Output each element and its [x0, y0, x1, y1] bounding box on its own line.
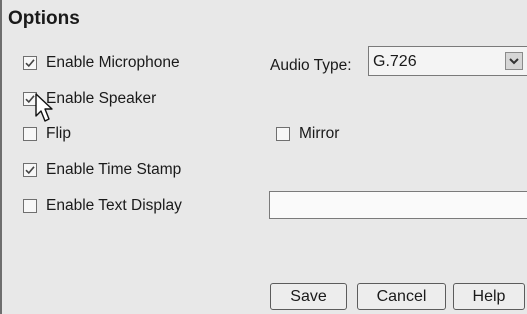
audio-type-value: G.726 — [373, 53, 417, 70]
enable-microphone-checkbox[interactable] — [23, 56, 37, 70]
audio-type-label: Audio Type: — [270, 57, 352, 74]
enable-microphone-label: Enable Microphone — [46, 54, 180, 71]
enable-time-stamp-label: Enable Time Stamp — [46, 161, 182, 178]
options-title: Options — [8, 8, 80, 29]
enable-speaker-label: Enable Speaker — [46, 90, 157, 107]
options-panel: Options Enable Microphone Audio Type: G.… — [0, 0, 527, 314]
enable-text-display-label: Enable Text Display — [46, 197, 182, 214]
mirror-row[interactable]: Mirror — [276, 125, 339, 143]
cancel-button[interactable]: Cancel — [357, 283, 446, 310]
flip-checkbox[interactable] — [23, 127, 37, 141]
checkmark-icon — [25, 59, 35, 68]
save-button[interactable]: Save — [270, 283, 347, 310]
mirror-label: Mirror — [299, 125, 340, 142]
enable-text-display-checkbox[interactable] — [23, 199, 37, 213]
mouse-pointer-icon — [35, 93, 53, 122]
audio-type-select[interactable]: G.726 — [368, 46, 527, 76]
enable-time-stamp-row[interactable]: Enable Time Stamp — [23, 161, 181, 179]
flip-row[interactable]: Flip — [23, 125, 71, 143]
help-button[interactable]: Help — [453, 283, 525, 310]
enable-microphone-row[interactable]: Enable Microphone — [23, 54, 180, 72]
enable-text-display-row[interactable]: Enable Text Display — [23, 197, 182, 215]
checkmark-icon — [25, 166, 35, 175]
text-display-input[interactable] — [269, 191, 527, 219]
enable-time-stamp-checkbox[interactable] — [23, 163, 37, 177]
chevron-down-icon[interactable] — [505, 52, 523, 70]
mirror-checkbox[interactable] — [276, 127, 290, 141]
flip-label: Flip — [46, 125, 71, 142]
